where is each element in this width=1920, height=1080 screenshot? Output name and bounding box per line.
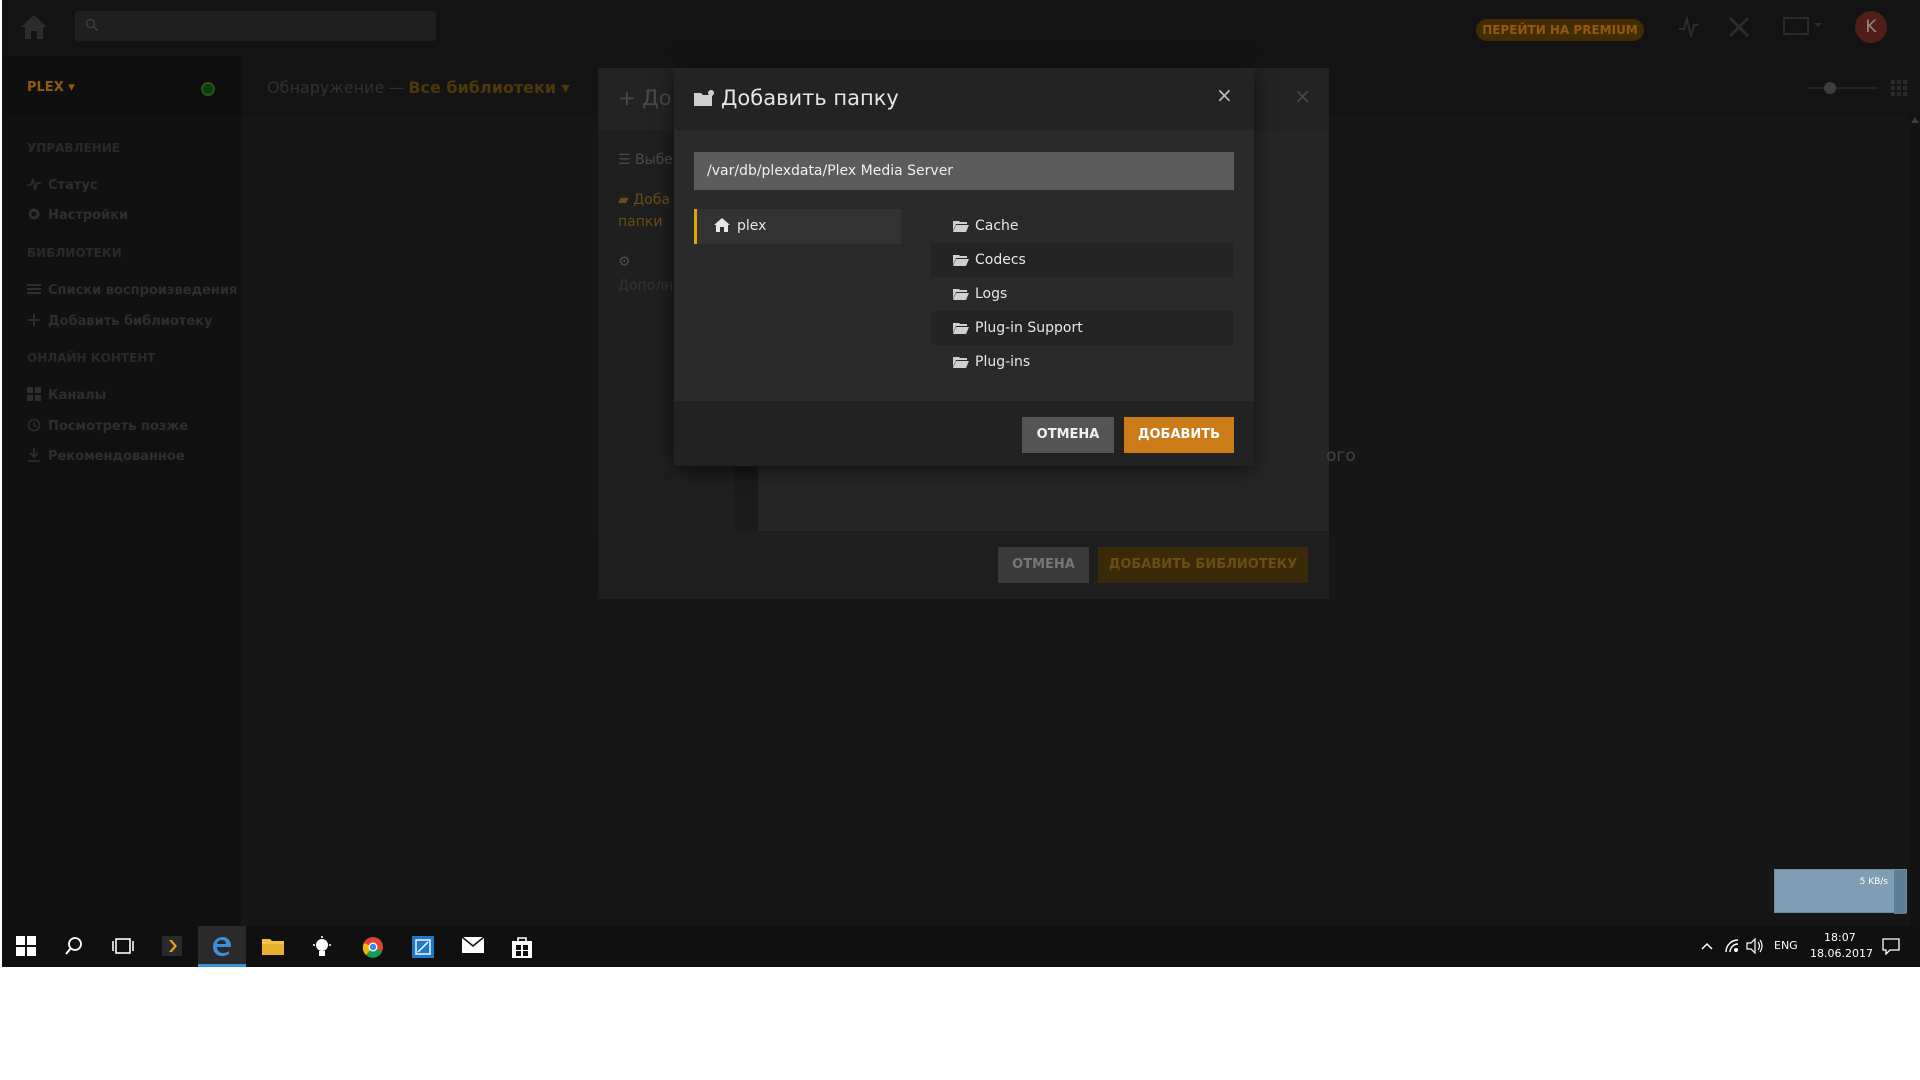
network-wifi-icon[interactable] [1724, 938, 1740, 954]
step-advanced[interactable]: Дополн [618, 278, 673, 294]
add-folder-title: Добавить папку [721, 86, 899, 110]
folder-name: Plug-in Support [975, 320, 1083, 336]
list-icon: ☰ [618, 152, 636, 168]
folder-icon [953, 221, 969, 232]
folder-item-cache[interactable]: Cache [931, 209, 1233, 243]
folder-name: Plug-ins [975, 354, 1031, 370]
network-speed-rate: 5 KB/s [1859, 877, 1888, 887]
folder-plus-icon [694, 90, 714, 106]
add-library-button[interactable]: ДОБАВИТЬ БИБЛИОТЕКУ [1098, 547, 1308, 583]
taskbar-app-blue-icon[interactable] [398, 926, 446, 967]
folder-icon [953, 255, 969, 266]
volume-icon[interactable] [1746, 938, 1764, 954]
taskbar-app-explorer-icon[interactable] [248, 926, 296, 967]
taskbar-app-tips-icon[interactable] [298, 926, 346, 967]
folder-item-codecs[interactable]: Codecs [931, 243, 1233, 277]
library-cancel-button[interactable]: ОТМЕНА [998, 547, 1089, 583]
mail-icon [462, 936, 484, 953]
store-bag-icon [512, 937, 532, 958]
add-folder-button[interactable]: ДОБАВИТЬ [1124, 417, 1234, 453]
folder-item-plug-in-support[interactable]: Plug-in Support [931, 311, 1233, 345]
folder-icon [953, 289, 969, 300]
folder-icon [953, 323, 969, 334]
folder-name: Codecs [975, 252, 1026, 268]
clock-date[interactable]: 18.06.2017 [1810, 947, 1873, 960]
app-window-icon [412, 936, 434, 958]
start-button[interactable] [2, 926, 50, 967]
close-icon[interactable]: × [1216, 83, 1233, 107]
plex-app-icon [162, 936, 182, 956]
plus-icon: + [618, 86, 643, 110]
input-language-indicator[interactable]: ENG [1774, 939, 1798, 952]
add-library-footer: ОТМЕНА ДОБАВИТЬ БИБЛИОТЕКУ [598, 531, 1329, 599]
root-folder-label: plex [737, 218, 767, 234]
step-advanced-icon: ⚙ [618, 254, 631, 270]
step-add-folders[interactable]: ▰ Доба [618, 192, 670, 208]
add-folder-footer: ОТМЕНА ДОБАВИТЬ [674, 401, 1254, 466]
task-view-icon [112, 938, 134, 954]
taskbar-app-chrome-icon[interactable] [348, 926, 396, 967]
chrome-browser-icon [362, 937, 383, 958]
cancel-button[interactable]: ОТМЕНА [1022, 417, 1114, 453]
folder-name: Logs [975, 286, 1008, 302]
windows-taskbar: ENG 18:07 18.06.2017 [2, 926, 1920, 967]
taskbar-app-plex-icon[interactable] [148, 926, 196, 967]
step-add-folders-line2: папки [618, 214, 663, 230]
step-select-type[interactable]: ☰ Выбе [618, 152, 673, 168]
task-view-button[interactable] [98, 926, 146, 967]
add-folder-modal: Добавить папку × plex Cache Codecs [674, 68, 1254, 466]
folder-path-input[interactable] [694, 152, 1234, 190]
folder-item-plug-ins[interactable]: Plug-ins [931, 345, 1233, 379]
taskbar-app-mail-icon[interactable] [448, 926, 496, 967]
root-folder-item-plex[interactable]: plex [694, 209, 901, 244]
taskbar-search-button[interactable] [50, 926, 98, 967]
add-library-title: + До [618, 86, 672, 110]
network-speed-widget[interactable]: 5 KB/s [1774, 869, 1907, 914]
tray-show-hidden-icon[interactable] [1701, 942, 1713, 950]
folder-icon: ▰ [618, 192, 634, 208]
file-explorer-icon [262, 939, 284, 955]
folder-icon [953, 357, 969, 368]
search-icon [65, 937, 82, 955]
taskbar-app-edge-icon[interactable] [198, 926, 246, 967]
screen: ПЕРЕЙТИ НА PREMIUM K PLEX ▾ УПРАВЛЕНИЕ С… [0, 0, 1920, 1080]
folder-list: Cache Codecs Logs Plug-in Support Plug-i… [931, 209, 1233, 379]
add-folder-header: Добавить папку × [674, 68, 1254, 130]
folder-name: Cache [975, 218, 1019, 234]
close-icon[interactable]: × [1294, 84, 1311, 108]
network-widget-controls[interactable] [1894, 870, 1906, 914]
folder-item-logs[interactable]: Logs [931, 277, 1233, 311]
action-center-icon[interactable] [1882, 938, 1900, 955]
clock-time[interactable]: 18:07 [1824, 931, 1856, 944]
taskbar-app-store-icon[interactable] [498, 926, 546, 967]
edge-browser-icon [213, 937, 231, 956]
lightbulb-icon [313, 936, 331, 956]
background-text-fragment: ого [1326, 446, 1356, 466]
windows-logo-icon [16, 936, 36, 956]
home-icon [714, 218, 730, 232]
plex-web-app: ПЕРЕЙТИ НА PREMIUM K PLEX ▾ УПРАВЛЕНИЕ С… [2, 0, 1920, 926]
